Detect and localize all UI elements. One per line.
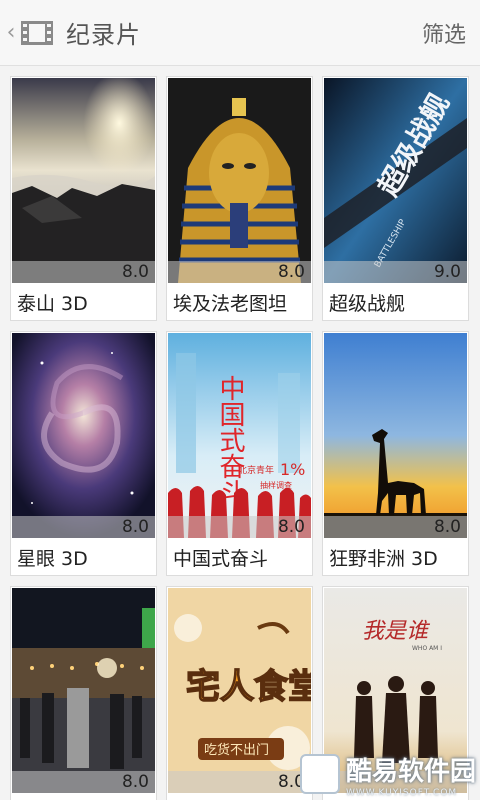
item-title: 泰山 3D (17, 293, 88, 315)
item-title: 中国式奋斗 (173, 548, 269, 570)
item-title: 埃及法老图坦 (173, 293, 288, 315)
list-item[interactable]: 中国式奋斗 北京青年 1% 抽样调查 8.0 中国式奋斗 (166, 331, 313, 576)
watermark-text: 酷易软件园 (346, 756, 477, 787)
rating-badge: 9.0 (324, 261, 467, 283)
item-title: 超级战舰 (329, 293, 406, 315)
poster-zhongguo: 中国式奋斗 北京青年 1% 抽样调查 (168, 333, 311, 538)
poster-battleship: 超级战舰 BATTLESHIP (324, 78, 467, 283)
poster-night-street (12, 588, 155, 793)
page-title: 纪录片 (66, 21, 141, 49)
back-icon[interactable]: ‹ (4, 18, 18, 48)
rating-badge: 8.0 (324, 516, 467, 538)
poster-text: 中国式奋斗 (215, 375, 245, 505)
svg-text:WHO AM I: WHO AM I (412, 645, 442, 652)
list-item[interactable]: 8.0 埃及法老图坦 (166, 76, 313, 321)
poster-africa (324, 333, 467, 538)
app-header: ‹ 纪录片 筛选 (0, 0, 480, 66)
list-item[interactable]: 8.0 (10, 586, 157, 800)
rating-badge: 8.0 (12, 516, 155, 538)
list-item[interactable]: 宅人食堂 吃货不出门 8.0 (166, 586, 313, 800)
svg-text:吃货不出门: 吃货不出门 (204, 742, 269, 758)
watermark: 酷易软件园 WWW.KUYISOFT.COM (300, 748, 480, 800)
list-item[interactable]: 8.0 狂野非洲 3D (322, 331, 469, 576)
rating-badge: 8.0 (12, 261, 155, 283)
watermark-subtext: WWW.KUYISOFT.COM (346, 787, 458, 798)
poster-zhairen: 宅人食堂 吃货不出门 (168, 588, 311, 793)
rating-badge: 8.0 (12, 771, 155, 793)
poster-text: 我是谁 (362, 619, 431, 644)
poster-galaxy (12, 333, 155, 538)
item-title: 星眼 3D (17, 548, 88, 570)
poster-pharaoh (168, 78, 311, 283)
svg-text:北京青年: 北京青年 (238, 464, 274, 476)
rating-badge: 8.0 (168, 261, 311, 283)
film-icon (21, 20, 53, 45)
list-item[interactable]: 8.0 泰山 3D (10, 76, 157, 321)
documentary-grid: 8.0 泰山 3D 8.0 埃及法老图坦 超级战舰 BATTLESHIP 9.0… (0, 66, 480, 800)
item-title: 狂野非洲 3D (329, 548, 438, 570)
watermark-logo-icon (300, 754, 340, 794)
list-item[interactable]: 超级战舰 BATTLESHIP 9.0 超级战舰 (322, 76, 469, 321)
list-item[interactable]: 8.0 星眼 3D (10, 331, 157, 576)
poster-text: 宅人食堂 (186, 667, 311, 707)
svg-text:1%: 1% (280, 460, 305, 479)
rating-badge: 8.0 (168, 771, 311, 793)
poster-taishan (12, 78, 155, 283)
filter-button[interactable]: 筛选 (422, 17, 466, 49)
rating-badge: 8.0 (168, 516, 311, 538)
